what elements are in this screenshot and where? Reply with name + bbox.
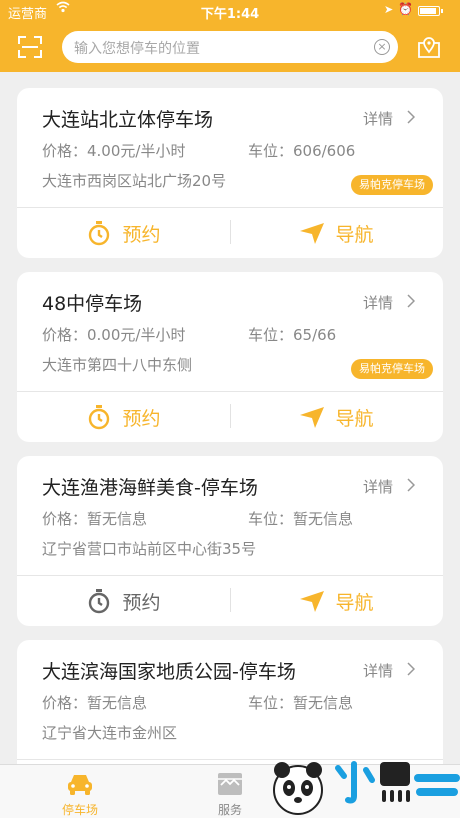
- detail-link[interactable]: 详情: [362, 108, 416, 129]
- chevron-right-icon: [407, 477, 416, 496]
- parking-card[interactable]: 大连渔港海鲜美食-停车场 详情 价格：暂无信息 车位：暂无信息 辽宁省营口市站前…: [17, 456, 443, 626]
- address-text: 大连市西岗区站北广场20号: [42, 172, 227, 190]
- parking-card[interactable]: 大连站北立体停车场 详情 价格：4.00元/半小时 车位：606/606 大连市…: [17, 88, 443, 258]
- chevron-right-icon: [407, 661, 416, 680]
- clear-icon[interactable]: ×: [374, 39, 390, 55]
- navigate-button[interactable]: 导航: [230, 208, 443, 258]
- detail-link[interactable]: 详情: [362, 292, 416, 313]
- price-text: 价格：4.00元/半小时: [42, 142, 186, 160]
- navigate-label: 导航: [335, 591, 374, 614]
- alarm-icon: ⏰: [398, 2, 413, 16]
- parking-name: 48中停车场: [42, 293, 143, 315]
- parking-name: 大连渔港海鲜美食-停车场: [42, 477, 258, 499]
- detail-link[interactable]: 详情: [362, 476, 416, 497]
- stopwatch-icon: [89, 405, 110, 430]
- watermark-logo: [268, 748, 460, 818]
- navigate-label: 导航: [335, 223, 374, 246]
- reserve-button[interactable]: 预约: [17, 576, 230, 626]
- detail-link[interactable]: 详情: [362, 660, 416, 681]
- address-text: 大连市第四十八中东侧: [42, 356, 193, 374]
- top-bar: 运营商 下午1:44 ➤ ⏰ 输入您想停车的位置 ×: [0, 0, 460, 72]
- reserve-label: 预约: [122, 591, 161, 614]
- search-input[interactable]: 输入您想停车的位置 ×: [62, 31, 398, 63]
- tab-parking[interactable]: 停车场: [40, 765, 120, 818]
- parking-card[interactable]: 48中停车场 详情 价格：0.00元/半小时 车位：65/66 大连市第四十八中…: [17, 272, 443, 442]
- location-arrow-icon: ➤: [384, 3, 394, 16]
- parking-name: 大连滨海国家地质公园-停车场: [42, 661, 296, 683]
- navigate-button[interactable]: 导航: [230, 576, 443, 626]
- car-icon: [68, 775, 92, 795]
- navigate-label: 导航: [335, 407, 374, 430]
- operator-badge: 易帕克停车场: [351, 359, 433, 379]
- stopwatch-icon: [89, 221, 110, 246]
- price-text: 价格：暂无信息: [42, 510, 148, 528]
- reserve-label: 预约: [122, 407, 161, 430]
- chevron-right-icon: [407, 109, 416, 128]
- battery-icon: [418, 6, 443, 16]
- tab-service[interactable]: 服务: [190, 765, 270, 818]
- detail-label: 详情: [362, 478, 393, 496]
- spaces-text: 车位：606/606: [248, 142, 356, 160]
- navigate-button[interactable]: 导航: [230, 392, 443, 442]
- detail-label: 详情: [362, 662, 393, 680]
- spaces-text: 车位：暂无信息: [248, 694, 354, 712]
- address-text: 辽宁省大连市金州区: [42, 724, 178, 742]
- reserve-label: 预约: [122, 223, 161, 246]
- store-icon: [218, 773, 242, 795]
- scan-icon[interactable]: [16, 34, 44, 60]
- navigation-arrow-icon: [300, 223, 325, 244]
- map-location-icon[interactable]: [416, 34, 442, 60]
- stopwatch-icon: [89, 589, 110, 614]
- chevron-right-icon: [407, 293, 416, 312]
- tab-parking-label: 停车场: [61, 803, 98, 817]
- status-bar: 运营商 下午1:44 ➤ ⏰: [0, 0, 460, 22]
- search-placeholder: 输入您想停车的位置: [74, 41, 200, 57]
- parking-name: 大连站北立体停车场: [42, 109, 214, 131]
- price-text: 价格：0.00元/半小时: [42, 326, 186, 344]
- operator-badge: 易帕克停车场: [351, 175, 433, 195]
- address-text: 辽宁省营口市站前区中心街35号: [42, 540, 257, 558]
- navigation-arrow-icon: [300, 407, 325, 428]
- spaces-text: 车位：65/66: [248, 326, 337, 344]
- spaces-text: 车位：暂无信息: [248, 510, 354, 528]
- detail-label: 详情: [362, 110, 393, 128]
- detail-label: 详情: [362, 294, 393, 312]
- navigation-arrow-icon: [300, 591, 325, 612]
- reserve-button[interactable]: 预约: [17, 392, 230, 442]
- price-text: 价格：暂无信息: [42, 694, 148, 712]
- reserve-button[interactable]: 预约: [17, 208, 230, 258]
- tab-service-label: 服务: [217, 803, 242, 817]
